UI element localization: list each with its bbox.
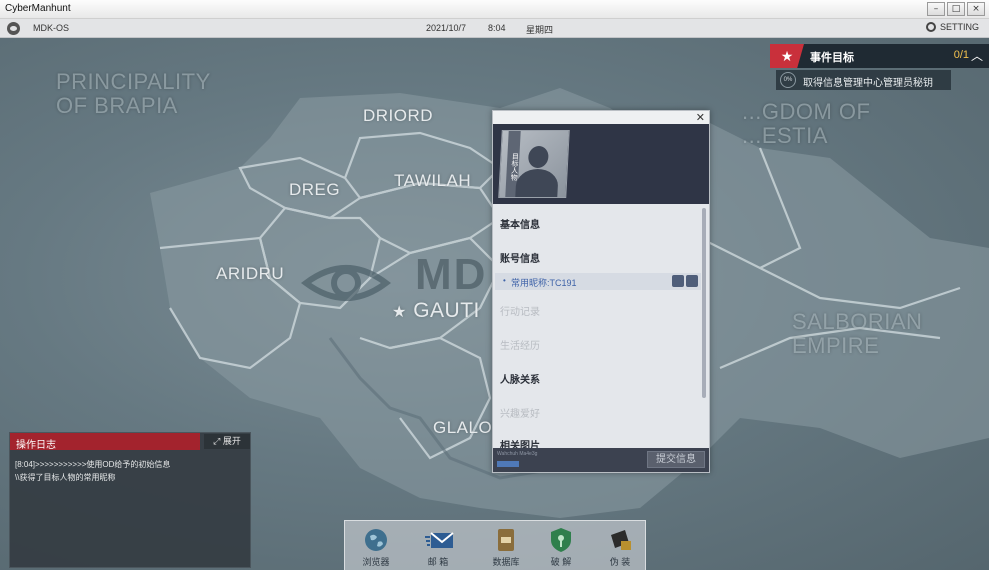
account-nickname-row[interactable]: • 常用昵称:TC191	[495, 273, 701, 290]
dock-label: 数据库	[492, 557, 520, 567]
log-lines: [8:04]>>>>>>>>>>>使用OD给予的初始信息 \\获得了目标人物的常…	[15, 458, 247, 484]
dock-label: 邮 箱	[427, 557, 449, 567]
target-profile-window: ✕ 目标人物 基本信息 账号信息 • 常用昵称:TC191 行动记录 生活经历 …	[492, 110, 710, 473]
section-relations[interactable]: 人脉关系	[500, 371, 540, 386]
objective-count: 0/1	[953, 49, 969, 61]
mail-icon	[425, 527, 454, 553]
footer-badge	[497, 461, 519, 467]
bullet-icon: •	[503, 276, 506, 285]
section-action-record[interactable]: 行动记录	[500, 303, 540, 318]
close-icon[interactable]: ✕	[696, 111, 705, 124]
avatar-silhouette-icon	[527, 146, 549, 168]
region-kingdom[interactable]: ...GDOM OF ...ESTIA	[742, 100, 870, 148]
dock-database[interactable]: 数据库	[483, 527, 529, 568]
mdk-watermark: MD	[415, 250, 488, 299]
os-weekday: 星期四	[526, 25, 554, 35]
dock-crack[interactable]: 破 解	[538, 527, 584, 568]
profile-photo: 目标人物	[498, 130, 570, 198]
footer-tiny-text: Wahchuh Ma4e3g	[497, 451, 538, 457]
dock-label: 浏览器	[362, 557, 390, 567]
expand-icon: ⤢	[213, 436, 221, 446]
profile-header: 目标人物	[493, 124, 709, 204]
objective-item-text: 取得信息管理中心管理员秘钥	[803, 78, 933, 89]
window-titlebar: CyberManhunt – □ ×	[0, 0, 989, 19]
profile-titlebar: ✕	[493, 111, 709, 124]
region-gautier[interactable]: ★ GAUTI	[392, 299, 480, 323]
database-icon	[493, 527, 519, 553]
log-title: 操作日志	[16, 440, 56, 451]
log-expand-label: 展开	[222, 436, 241, 446]
region-dreg[interactable]: DREG	[289, 180, 340, 200]
setting-button[interactable]: SETTING	[925, 22, 979, 32]
window-controls: – □ ×	[927, 2, 985, 16]
app-dock: 浏览器 邮 箱 数据库 破 解 伪 装	[344, 520, 646, 570]
region-aridru[interactable]: ARIDRU	[216, 264, 284, 284]
region-brapia[interactable]: PRINCIPALITY OF BRAPIA	[56, 70, 211, 118]
section-hobbies[interactable]: 兴趣爱好	[500, 405, 540, 420]
gear-icon	[925, 22, 936, 32]
section-life-experience[interactable]: 生活经历	[500, 337, 540, 352]
window-title: CyberManhunt	[5, 3, 71, 14]
section-related-photos[interactable]: 相关图片	[500, 437, 540, 448]
os-status-bar: MDK-OS 2021/10/7 8:04 星期四 SETTING	[0, 19, 989, 38]
log-expand-button[interactable]: ⤢ 展开	[204, 434, 250, 449]
objective-header[interactable]: ★ 事件目标 0/1 ︿	[770, 44, 989, 68]
disguise-icon	[607, 527, 633, 553]
globe-icon	[363, 527, 389, 553]
minimize-button[interactable]: –	[927, 2, 945, 16]
close-button[interactable]: ×	[967, 2, 985, 16]
star-icon: ★	[770, 44, 804, 68]
region-salborian[interactable]: SALBORIAN EMPIRE	[792, 310, 922, 358]
submit-info-button[interactable]: 提交信息	[647, 451, 705, 468]
os-date: 2021/10/7	[426, 23, 467, 33]
objective-title: 事件目标	[810, 52, 854, 64]
section-account-info[interactable]: 账号信息	[500, 250, 540, 265]
profile-scrollbar[interactable]	[702, 208, 706, 398]
region-glalo[interactable]: GLALO	[433, 418, 492, 438]
os-name: MDK-OS	[33, 23, 69, 33]
log-line: \\获得了目标人物的常用昵称	[15, 473, 116, 482]
dock-browser[interactable]: 浏览器	[353, 527, 399, 568]
search-icon[interactable]	[686, 275, 698, 287]
maximize-button[interactable]: □	[947, 2, 965, 16]
section-basic-info[interactable]: 基本信息	[500, 216, 540, 231]
copy-icon[interactable]	[672, 275, 684, 287]
profile-footer: Wahchuh Ma4e3g 提交信息	[493, 448, 709, 472]
setting-label: SETTING	[939, 22, 979, 32]
dock-mail[interactable]: 邮 箱	[415, 527, 461, 568]
profile-body: 基本信息 账号信息 • 常用昵称:TC191 行动记录 生活经历 人脉关系 兴趣…	[493, 204, 709, 448]
shield-key-icon	[548, 527, 574, 553]
region-driord[interactable]: DRIORD	[363, 106, 433, 126]
chevron-up-icon[interactable]: ︿	[971, 47, 983, 64]
objective-progress: 0%	[780, 72, 796, 88]
dock-label: 伪 装	[609, 557, 631, 567]
os-logo-icon[interactable]	[7, 22, 20, 35]
region-tawilah[interactable]: TAWILAH	[394, 171, 471, 191]
objective-item[interactable]: 0% 取得信息管理中心管理员秘钥	[776, 70, 951, 90]
objective-panel: ★ 事件目标 0/1 ︿ 0% 取得信息管理中心管理员秘钥	[770, 44, 989, 92]
nickname-value: 常用昵称:TC191	[511, 278, 577, 288]
dock-disguise[interactable]: 伪 装	[597, 527, 643, 568]
os-time: 8:04	[488, 23, 506, 33]
log-title-bar: 操作日志	[10, 433, 200, 451]
capital-star-icon: ★	[392, 304, 407, 321]
operation-log-panel: 操作日志 ⤢ 展开 [8:04]>>>>>>>>>>>使用OD给予的初始信息 \…	[9, 432, 251, 568]
log-line: [8:04]>>>>>>>>>>>使用OD给予的初始信息	[15, 460, 171, 469]
dock-label: 破 解	[550, 557, 572, 567]
